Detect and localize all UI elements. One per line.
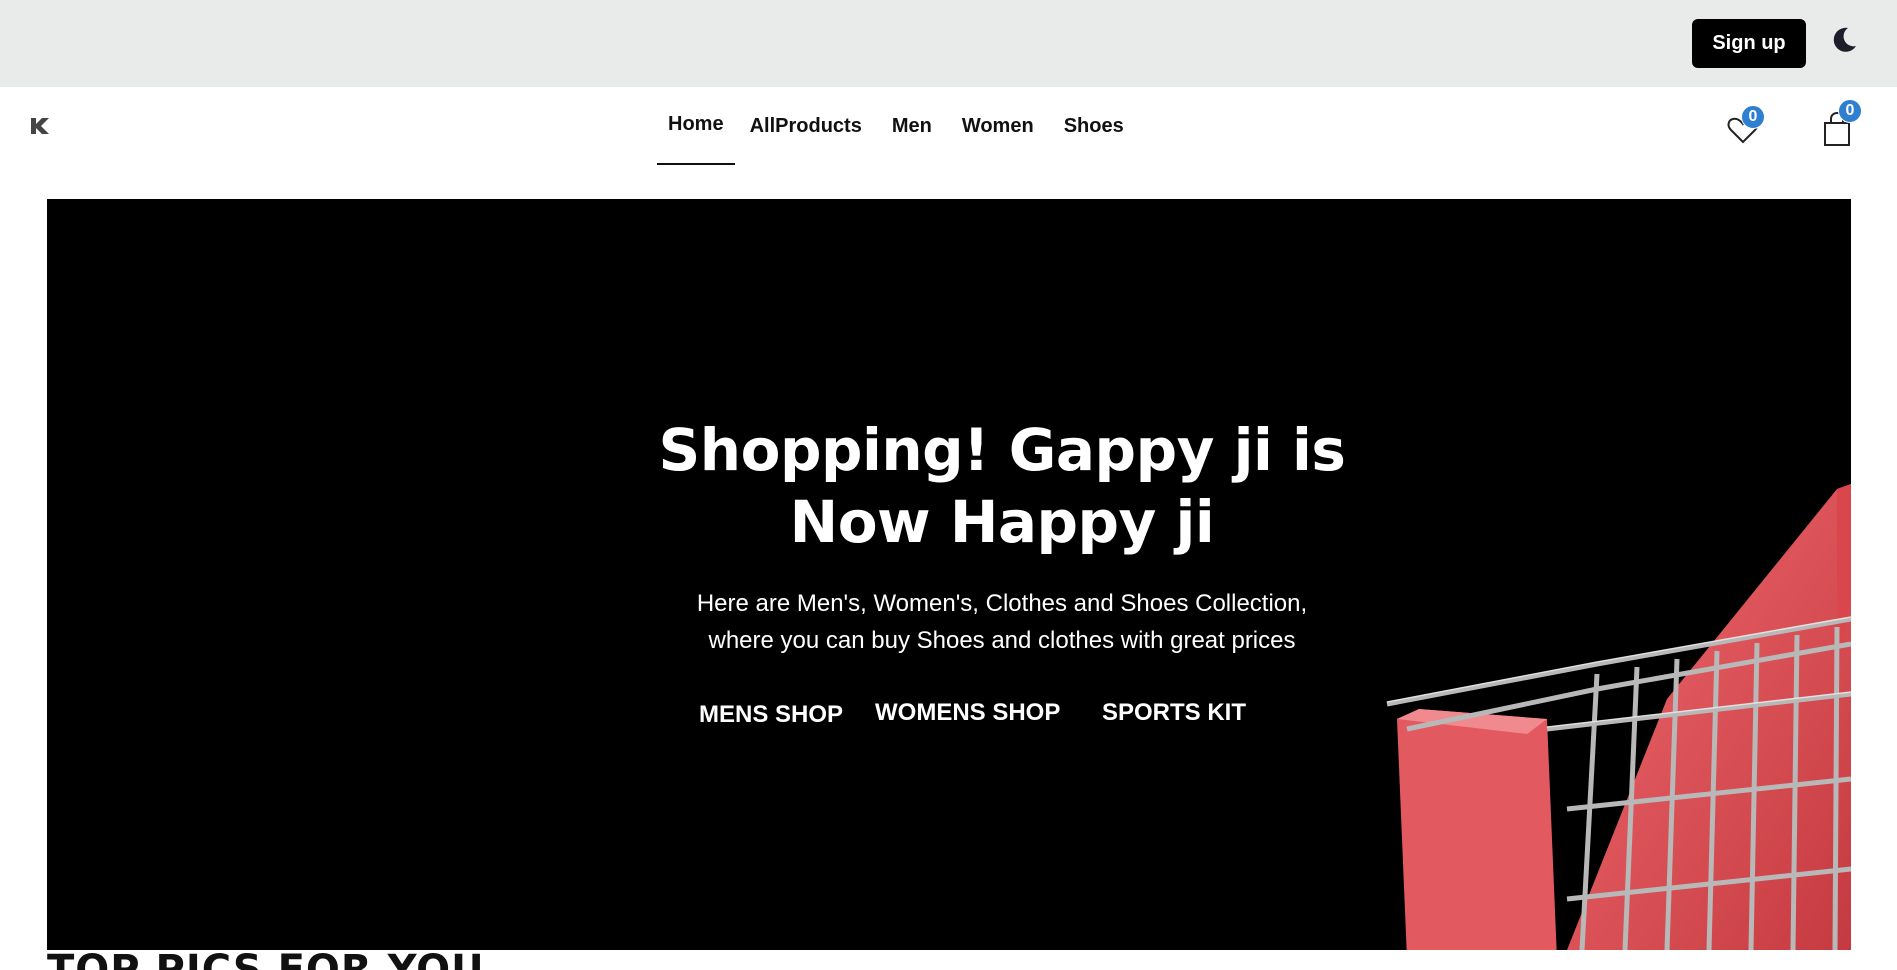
nav-link-shoes-label: Shoes bbox=[1063, 114, 1124, 137]
wishlist-count-badge: 0 bbox=[1741, 105, 1765, 129]
shopping-cart-illustration bbox=[1386, 484, 1851, 950]
cart-button[interactable]: 0 bbox=[1820, 99, 1862, 147]
mens-shop-link[interactable]: MENS SHOP bbox=[699, 701, 843, 729]
nav-links: Home AllProducts Men Women Shoes bbox=[657, 87, 1139, 165]
brand-logo-icon[interactable] bbox=[29, 115, 51, 137]
hero-cta-group: MENS SHOP WOMENS SHOP SPORTS KIT bbox=[647, 699, 1367, 739]
nav-link-allproducts-label: AllProducts bbox=[749, 114, 862, 137]
signup-button[interactable]: Sign up bbox=[1692, 19, 1806, 68]
next-section-peek: TOP PICS FOR YOU bbox=[47, 950, 1851, 970]
nav-link-allproducts[interactable]: AllProducts bbox=[735, 87, 877, 165]
nav-link-home-label: Home bbox=[668, 112, 724, 135]
hero-title-line-1: Shopping! Gappy ji is bbox=[658, 416, 1346, 484]
hero-subtitle: Here are Men's, Women's, Clothes and Sho… bbox=[587, 585, 1417, 659]
top-picks-heading: TOP PICS FOR YOU bbox=[47, 950, 485, 970]
nav-link-women[interactable]: Women bbox=[947, 87, 1049, 165]
main-navbar: Home AllProducts Men Women Shoes 0 0 bbox=[0, 87, 1897, 187]
nav-link-home[interactable]: Home bbox=[657, 87, 735, 165]
nav-link-shoes[interactable]: Shoes bbox=[1049, 87, 1139, 165]
moon-icon[interactable] bbox=[1828, 24, 1860, 56]
womens-shop-link[interactable]: WOMENS SHOP bbox=[875, 699, 1060, 727]
hero-title-line-2: Now Happy ji bbox=[789, 488, 1215, 556]
hero-content: Shopping! Gappy ji is Now Happy ji Here … bbox=[587, 414, 1417, 659]
cart-count-badge: 0 bbox=[1838, 99, 1862, 123]
hero-subtitle-line-1: Here are Men's, Women's, Clothes and Sho… bbox=[696, 590, 1308, 617]
nav-link-men-label: Men bbox=[891, 114, 932, 137]
top-utility-bar: Sign up bbox=[0, 0, 1897, 87]
nav-link-women-label: Women bbox=[961, 114, 1034, 137]
nav-link-men[interactable]: Men bbox=[877, 87, 947, 165]
hero-title: Shopping! Gappy ji is Now Happy ji bbox=[587, 414, 1417, 558]
wishlist-button[interactable]: 0 bbox=[1725, 105, 1765, 148]
sports-kit-link[interactable]: SPORTS KIT bbox=[1102, 699, 1246, 727]
hero-subtitle-line-2: where you can buy Shoes and clothes with… bbox=[708, 627, 1296, 654]
hero-banner: Shopping! Gappy ji is Now Happy ji Here … bbox=[47, 199, 1851, 950]
